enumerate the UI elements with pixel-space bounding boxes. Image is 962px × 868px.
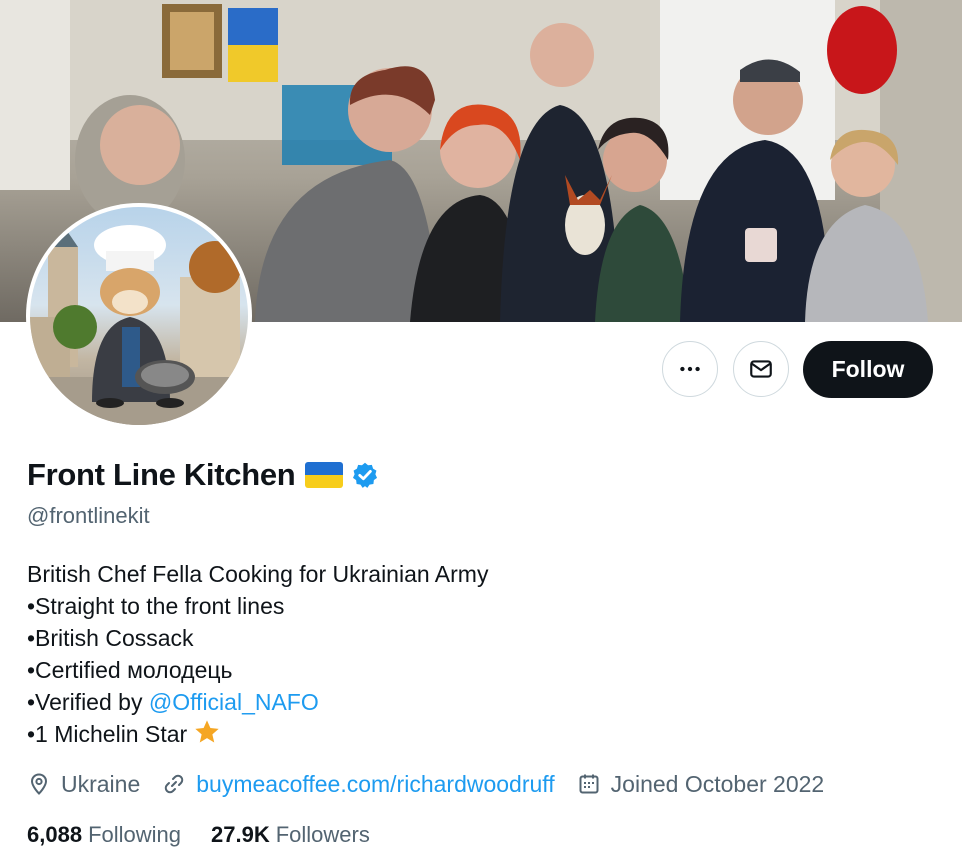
following-count: 6,088 — [27, 822, 83, 847]
mail-icon — [750, 360, 772, 378]
mention-link[interactable]: @Official_NAFO — [149, 689, 319, 715]
bio-line: •Verified by @Official_NAFO — [27, 686, 488, 718]
bio: British Chef Fella Cooking for Ukrainian… — [27, 558, 488, 750]
website-link[interactable]: buymeacoffee.com/richardwoodruff — [196, 771, 554, 798]
message-button[interactable] — [733, 341, 789, 397]
website[interactable]: buymeacoffee.com/richardwoodruff — [162, 771, 555, 798]
calendar-icon — [579, 774, 599, 794]
more-icon — [680, 366, 700, 372]
avatar[interactable] — [26, 203, 252, 429]
followers-link[interactable]: 27.9K Followers — [211, 822, 370, 848]
verified-badge-icon[interactable] — [351, 461, 379, 489]
location-icon — [30, 773, 48, 795]
following-link[interactable]: 6,088 Following — [27, 822, 181, 848]
following-label: Following — [88, 822, 181, 847]
handle: @frontlinekit — [27, 503, 150, 528]
bio-text: •1 Michelin Star — [27, 721, 188, 747]
follow-button[interactable]: Follow — [803, 341, 933, 398]
location-text: Ukraine — [61, 770, 141, 797]
avatar-image — [30, 207, 248, 425]
followers-label: Followers — [275, 822, 370, 847]
star-icon — [195, 720, 219, 743]
joined-text: Joined October 2022 — [610, 770, 825, 797]
bio-line: •British Cossack — [27, 625, 194, 651]
display-name: Front Line Kitchen — [27, 457, 296, 492]
bio-text: •Verified by — [27, 689, 149, 715]
profile-meta: Ukraine buymeacoffee.com/richardwoodruff… — [27, 768, 846, 800]
location: Ukraine — [27, 771, 140, 798]
bio-line: •Certified молодець — [27, 657, 233, 683]
bio-line: British Chef Fella Cooking for Ukrainian… — [27, 561, 489, 587]
more-button[interactable] — [662, 341, 718, 397]
follow-stats: 6,088 Following 27.9K Followers — [27, 820, 400, 850]
name-row: Front Line Kitchen — [27, 455, 379, 495]
joined-date: Joined October 2022 — [577, 770, 825, 798]
followers-count: 27.9K — [211, 822, 270, 847]
bio-line: •Straight to the front lines — [27, 593, 285, 619]
link-icon — [165, 774, 184, 794]
bio-line: •1 Michelin Star — [27, 718, 488, 750]
ukraine-flag-icon — [305, 462, 344, 488]
